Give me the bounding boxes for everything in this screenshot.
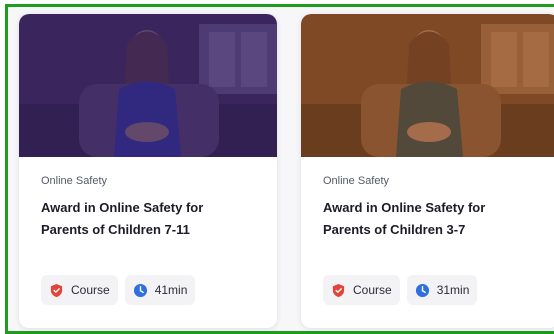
course-title[interactable]: Award in Online Safety for Parents of Ch… <box>41 197 251 241</box>
course-meta: Course 41min <box>41 275 196 305</box>
duration-badge: 31min <box>406 275 478 305</box>
course-meta: Course 31min <box>323 275 478 305</box>
course-type-label: Course <box>353 283 392 297</box>
shield-icon <box>50 283 63 297</box>
course-card[interactable]: Online Safety Award in Online Safety for… <box>19 14 277 328</box>
duration-label: 41min <box>154 283 188 297</box>
presenter-photo <box>19 14 277 157</box>
course-thumbnail[interactable] <box>19 14 277 157</box>
course-type-badge: Course <box>323 275 400 305</box>
course-type-badge: Course <box>41 275 118 305</box>
course-carousel: Online Safety Award in Online Safety for… <box>19 14 554 328</box>
duration-badge: 41min <box>124 275 196 305</box>
course-card[interactable]: Online Safety Award in Online Safety for… <box>301 14 554 328</box>
duration-label: 31min <box>436 283 470 297</box>
course-category: Online Safety <box>41 175 108 187</box>
clock-icon <box>133 283 147 297</box>
shield-icon <box>332 283 345 297</box>
clock-icon <box>415 283 429 297</box>
course-title[interactable]: Award in Online Safety for Parents of Ch… <box>323 197 533 241</box>
course-thumbnail[interactable] <box>301 14 554 157</box>
course-type-label: Course <box>71 283 110 297</box>
presenter-photo <box>301 14 554 157</box>
course-category: Online Safety <box>323 175 390 187</box>
